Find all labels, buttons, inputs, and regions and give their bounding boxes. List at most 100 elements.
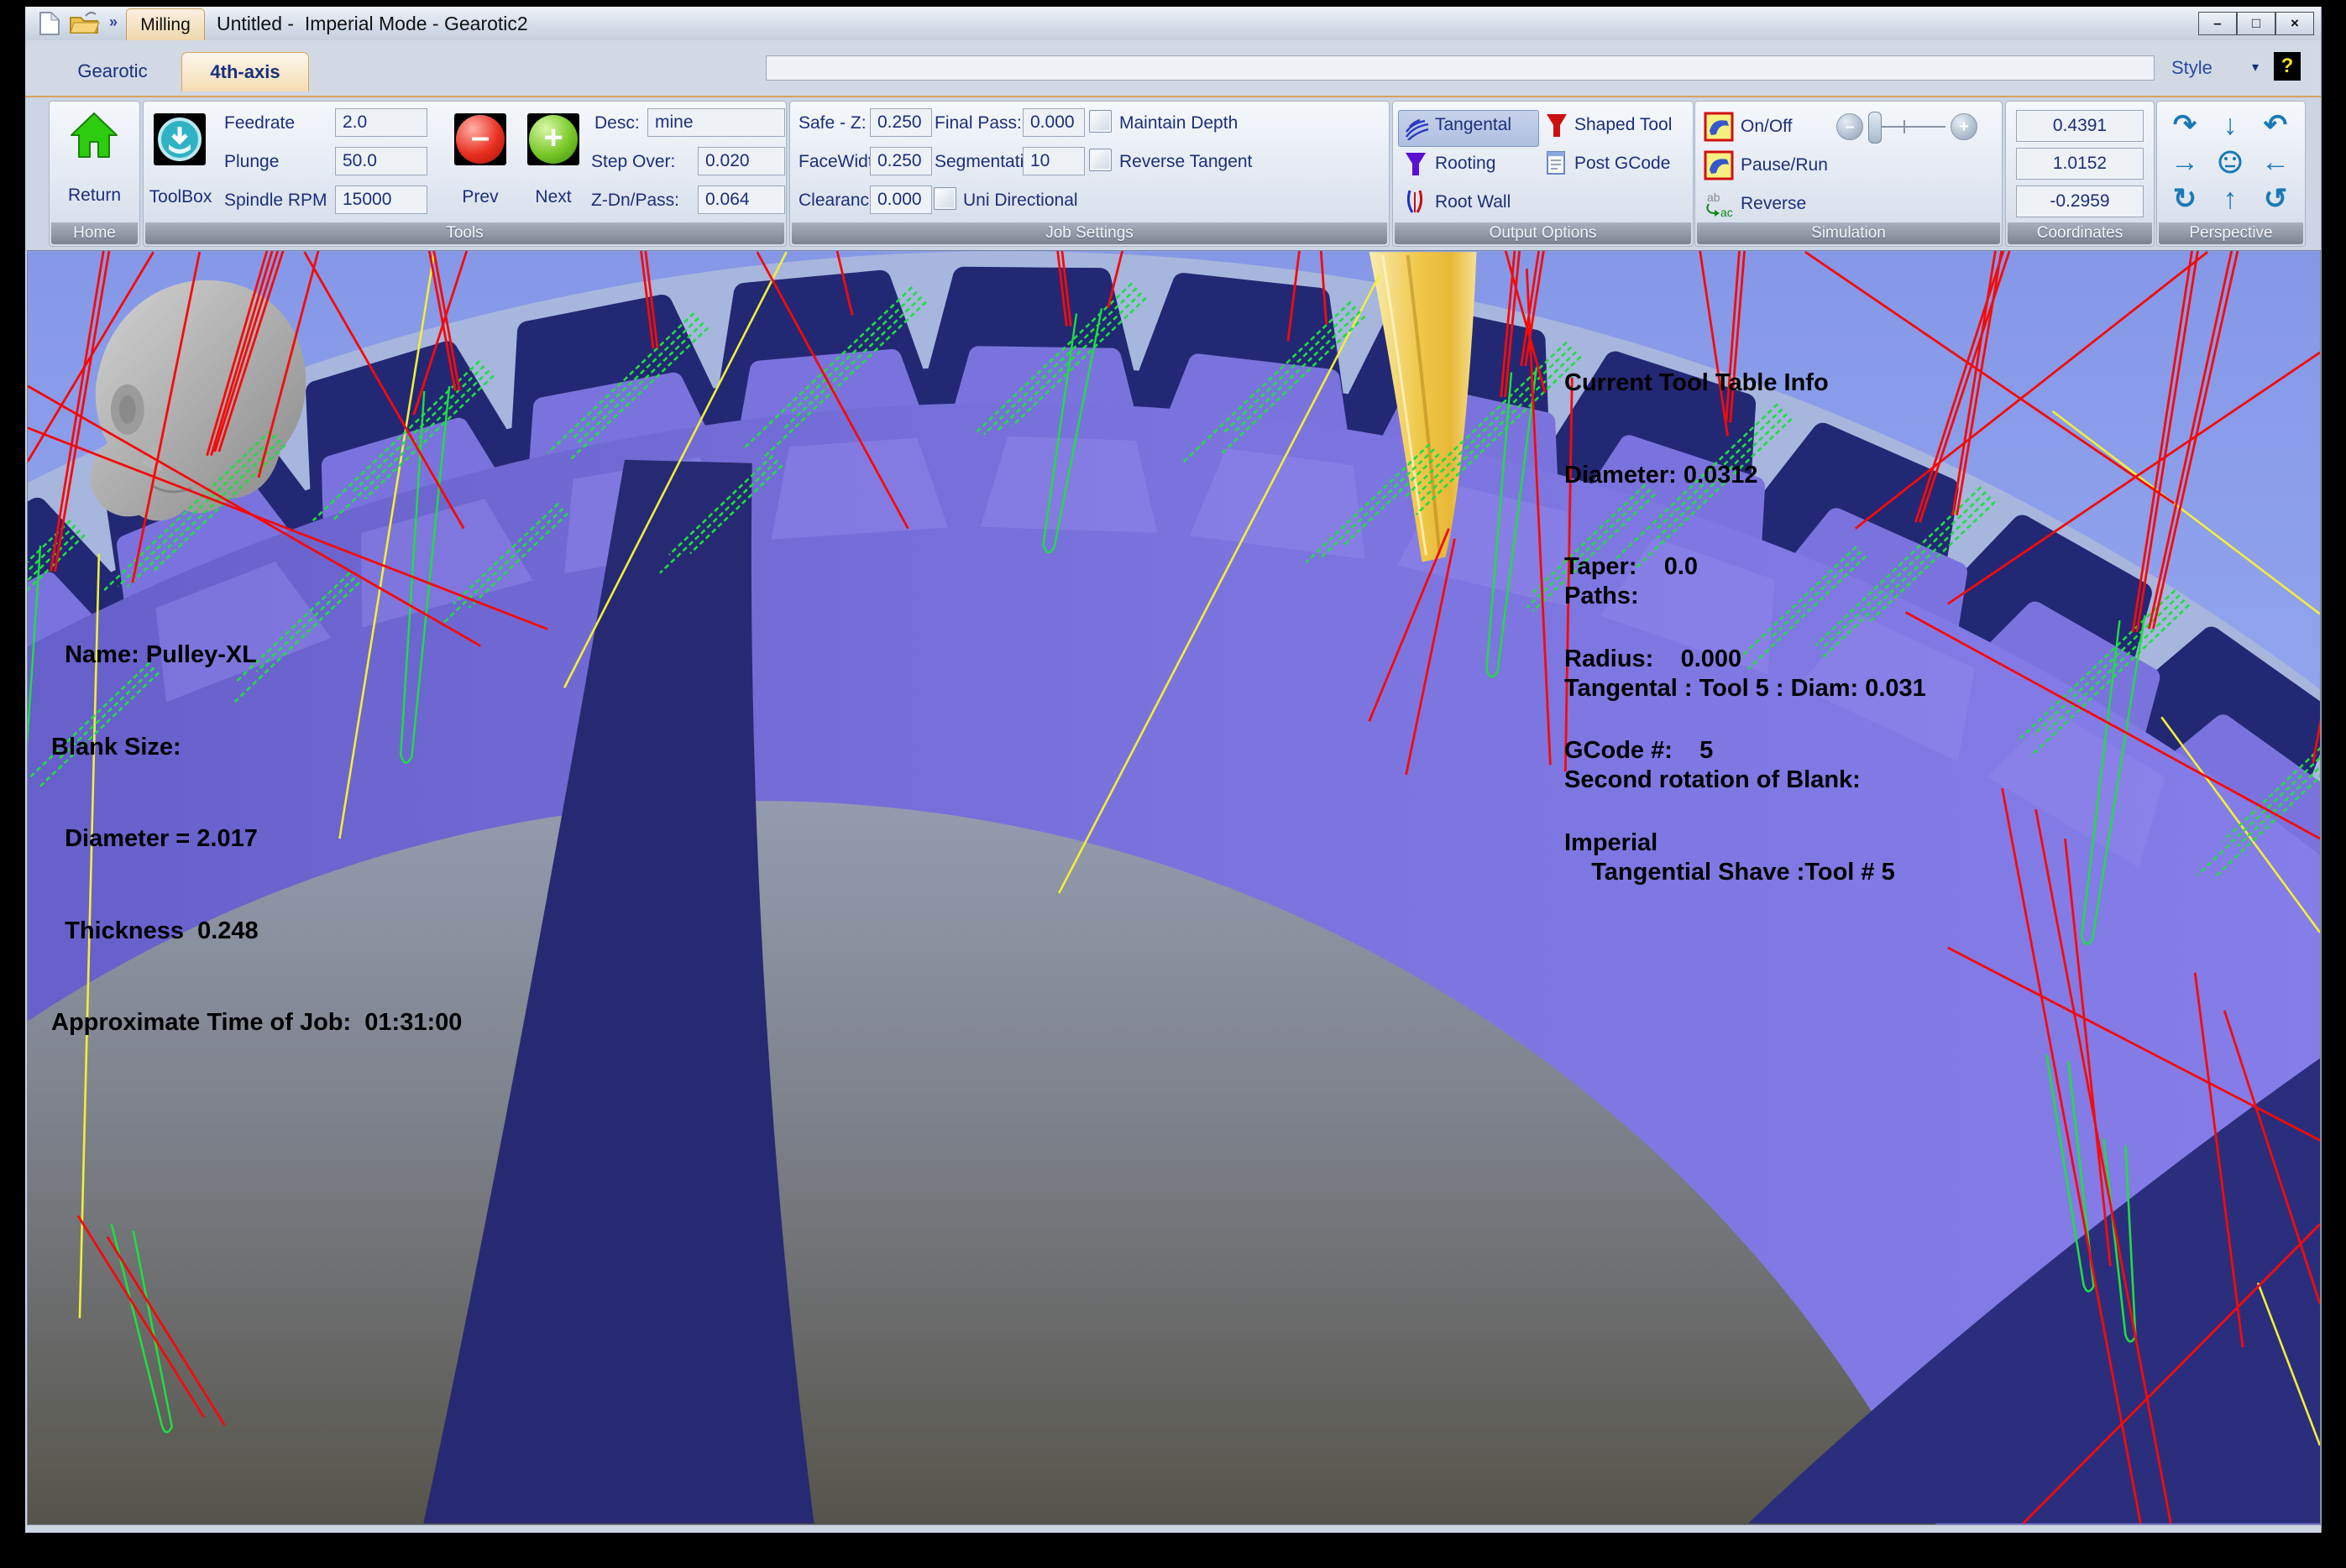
tab-gearotic[interactable]: Gearotic <box>45 52 180 91</box>
reverse-tangent-label: Reverse Tangent <box>1119 152 1252 172</box>
root-wall-button[interactable]: Root Wall <box>1435 192 1511 212</box>
sim-reverse-button[interactable]: Reverse <box>1741 194 1806 214</box>
new-file-icon[interactable] <box>39 11 60 40</box>
next-button[interactable]: Next <box>516 187 591 207</box>
sim-zoom-out-button[interactable]: – <box>1836 113 1863 140</box>
minimize-button[interactable]: – <box>2198 12 2237 35</box>
clearance-field[interactable]: 0.000 <box>870 186 932 214</box>
rotate-cw-icon[interactable]: ↷ <box>2164 107 2206 144</box>
group-caption-output-options: Output Options <box>1395 222 1691 244</box>
post-gcode-button[interactable]: Post GCode <box>1574 154 1670 174</box>
simulation-3d-viewport[interactable]: Current Tool Table Info Diameter: 0.0312… <box>27 250 2321 1525</box>
step-over-label: Step Over: <box>591 152 675 172</box>
pan-down-icon[interactable]: ↓ <box>2209 107 2251 144</box>
coordinate-y-readout: 1.0152 <box>2016 148 2144 180</box>
group-simulation: On/Off – + Pause/Run abac Reverse Simula… <box>1694 101 2003 247</box>
safe-z-field[interactable]: 0.250 <box>870 108 932 137</box>
svg-text:ab: ab <box>1707 191 1720 204</box>
tab-milling[interactable]: Milling <box>126 8 205 41</box>
coordinate-x-readout: 0.4391 <box>2016 110 2144 142</box>
shaped-tool-icon <box>1546 113 1568 143</box>
group-caption-home: Home <box>51 222 138 244</box>
safe-z-label: Safe - Z: <box>799 113 867 133</box>
pan-up-icon[interactable]: ↑ <box>2209 180 2251 217</box>
next-tool-icon[interactable]: + <box>527 113 579 165</box>
home-icon[interactable] <box>70 112 118 163</box>
group-output-options: Tangental Shaped Tool Rooting Post GCode… <box>1392 101 1694 247</box>
rooting-icon <box>1405 152 1427 181</box>
uni-directional-label: Uni Directional <box>963 191 1078 211</box>
open-file-icon[interactable] <box>69 11 101 40</box>
z-dn-pass-label: Z-Dn/Pass: <box>591 191 679 211</box>
sim-pauserun-button[interactable]: Pause/Run <box>1741 155 1828 175</box>
final-pass-label: Final Pass: <box>935 113 1022 133</box>
facewidth-field[interactable]: 0.250 <box>870 147 932 175</box>
group-perspective: ↷ ↓ ↶ → ← ↻ ↑ ↺ Perspective <box>2156 101 2306 247</box>
coordinate-z-readout: -0.2959 <box>2016 186 2144 217</box>
prev-tool-icon[interactable]: – <box>454 113 506 165</box>
group-caption-tools: Tools <box>145 222 784 244</box>
blank-info-overlay: Name: Pulley-XL Blank Size: Diameter = 2… <box>51 578 462 1100</box>
z-dn-pass-field[interactable]: 0.064 <box>698 186 785 214</box>
tab-4th-axis[interactable]: 4th-axis <box>181 52 309 91</box>
prev-button[interactable]: Prev <box>442 187 518 207</box>
uni-directional-checkbox[interactable] <box>934 187 956 210</box>
tangental-icon <box>1405 117 1430 144</box>
group-caption-simulation: Simulation <box>1697 222 2000 244</box>
app-window: » Milling Untitled - Imperial Mode - Gea… <box>25 7 2322 1533</box>
rooting-button[interactable]: Rooting <box>1435 154 1495 174</box>
feedrate-field[interactable]: 2.0 <box>335 108 427 137</box>
toolbox-icon[interactable] <box>154 113 206 165</box>
reverse-tangent-checkbox[interactable] <box>1089 149 1112 171</box>
group-home: Return Home <box>49 101 140 247</box>
ribbon: Return Home ToolBox Feedrate 2.0 Plunge … <box>25 96 2321 252</box>
chevron-down-icon[interactable]: ▾ <box>2252 59 2259 76</box>
segmentation-field[interactable]: 10 <box>1023 147 1085 175</box>
paths-info-overlay: Paths: Tangental : Tool 5 : Diam: 0.031 … <box>1564 520 1926 949</box>
group-tools: ToolBox Feedrate 2.0 Plunge 50.0 Spindle… <box>143 101 787 247</box>
shaped-tool-button[interactable]: Shaped Tool <box>1574 115 1672 135</box>
post-gcode-icon <box>1546 150 1566 180</box>
clearance-label: Clearance <box>799 191 879 211</box>
group-coordinates: 0.4391 1.0152 -0.2959 Coordinates <box>2005 101 2155 247</box>
return-button[interactable]: Return <box>50 186 139 206</box>
plunge-label: Plunge <box>224 152 279 172</box>
maximize-button[interactable]: □ <box>2237 12 2275 35</box>
sim-zoom-in-button[interactable]: + <box>1951 113 1977 140</box>
pan-right-icon[interactable]: → <box>2164 144 2206 180</box>
desc-label: Desc: <box>594 113 640 133</box>
more-tools-icon[interactable]: » <box>109 13 118 31</box>
rotate-ccw-icon[interactable]: ↶ <box>2254 107 2296 144</box>
reset-view-icon[interactable] <box>2209 144 2251 180</box>
root-wall-icon <box>1403 189 1427 218</box>
roll-right-icon[interactable]: ↻ <box>2164 180 2206 217</box>
help-button[interactable]: ? <box>2274 52 2301 81</box>
feedrate-label: Feedrate <box>224 113 295 133</box>
maintain-depth-label: Maintain Depth <box>1119 113 1238 133</box>
roll-left-icon[interactable]: ↺ <box>2254 180 2296 217</box>
pan-left-icon[interactable]: ← <box>2254 144 2296 180</box>
sim-reverse-icon: abac <box>1704 191 1736 223</box>
spindle-rpm-field[interactable]: 15000 <box>335 186 427 214</box>
plunge-field[interactable]: 50.0 <box>335 147 427 175</box>
ribbon-tab-row: Gearotic 4th-axis Style ▾ ? <box>25 40 2321 96</box>
step-over-field[interactable]: 0.020 <box>698 147 785 175</box>
desc-field[interactable]: mine <box>647 108 785 137</box>
spindle-rpm-label: Spindle RPM <box>224 191 327 211</box>
group-job-settings: Safe - Z: 0.250 FaceWidth 0.250 Clearanc… <box>789 101 1390 247</box>
window-bottom-edge <box>25 1525 2321 1533</box>
window-title: Untitled - Imperial Mode - Gearotic2 <box>217 13 528 35</box>
sim-onoff-button[interactable]: On/Off <box>1741 117 1792 137</box>
style-dropdown[interactable]: Style <box>2171 57 2212 79</box>
titlebar: » Milling Untitled - Imperial Mode - Gea… <box>25 7 2321 40</box>
final-pass-field[interactable]: 0.000 <box>1023 108 1085 137</box>
group-caption-coordinates: Coordinates <box>2008 222 2152 244</box>
close-button[interactable]: × <box>2275 12 2314 35</box>
tangental-button[interactable]: Tangental <box>1435 115 1511 135</box>
quick-search-field[interactable] <box>766 55 2155 81</box>
sim-pauserun-icon <box>1704 150 1734 185</box>
sim-speed-thumb[interactable] <box>1868 112 1882 144</box>
toolbox-button[interactable]: ToolBox <box>147 187 214 207</box>
svg-text:ac: ac <box>1720 206 1733 219</box>
maintain-depth-checkbox[interactable] <box>1089 110 1112 133</box>
